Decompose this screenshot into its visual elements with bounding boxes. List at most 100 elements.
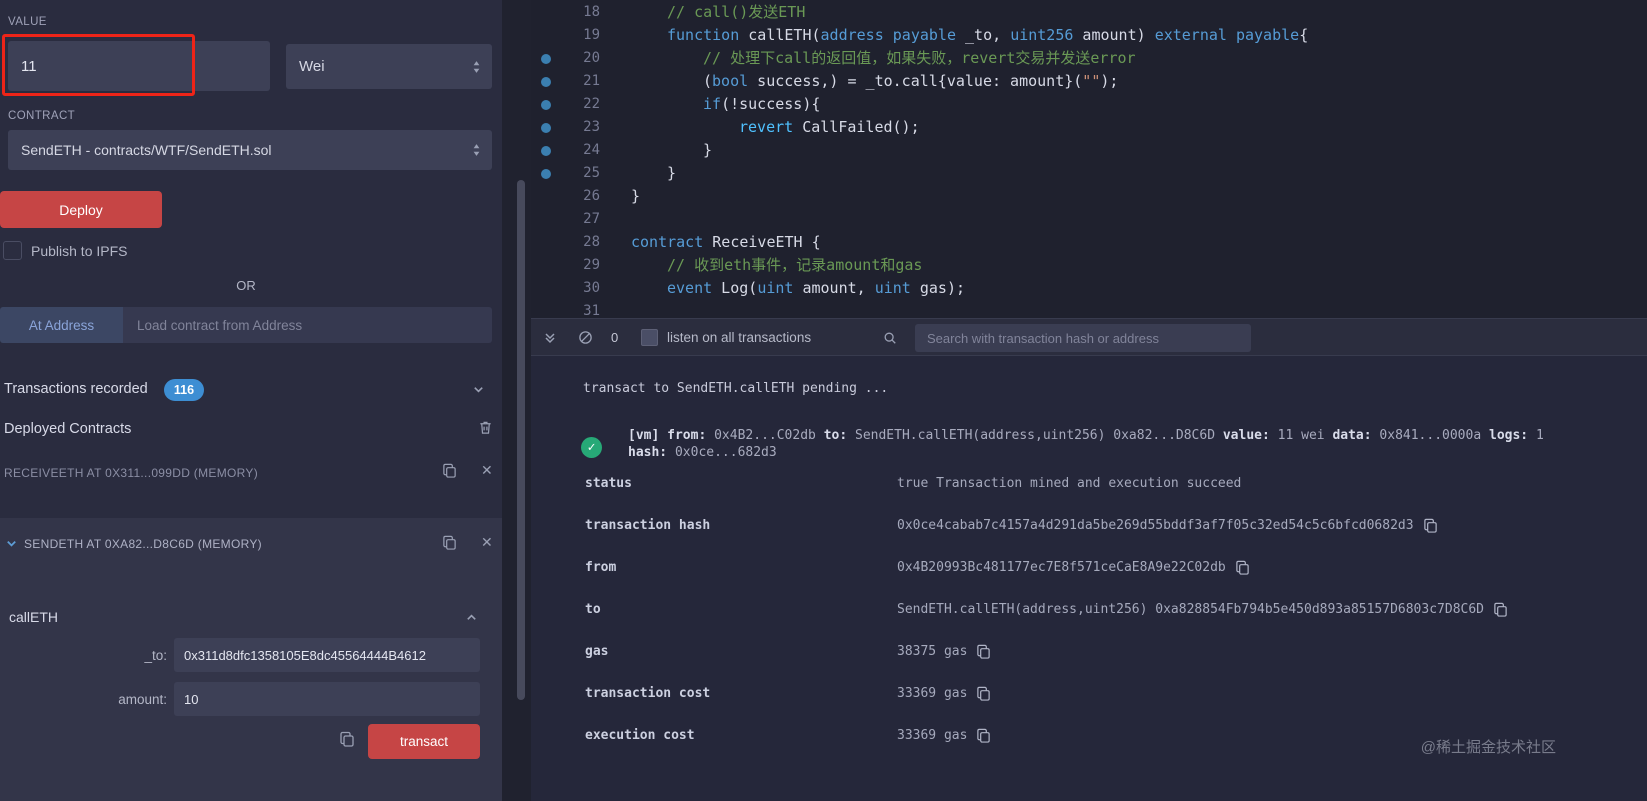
- receipt-field-value: 33369 gas: [897, 728, 991, 743]
- clear-console-icon[interactable]: [578, 330, 593, 345]
- contract-label: CONTRACT: [8, 110, 76, 122]
- edit-marker-dot: [541, 168, 551, 179]
- unit-select[interactable]: Wei: [286, 44, 492, 89]
- copy-icon[interactable]: [976, 644, 991, 659]
- code-line[interactable]: 24}: [531, 139, 1647, 162]
- code-line[interactable]: 18 // call()发送ETH: [531, 1, 1647, 24]
- deployed-instance-receiveeth[interactable]: RECEIVEETH AT 0X311...099DD (MEMORY): [4, 466, 258, 480]
- copy-icon[interactable]: [1493, 602, 1508, 617]
- code-text: // 收到eth事件，记录amount和gas: [667, 256, 923, 274]
- watermark-text: @稀土掘金技术社区: [1420, 739, 1556, 756]
- remix-ide-screen: VALUE Wei CONTRACT SendETH - contracts/W…: [0, 0, 1647, 801]
- line-number: 30: [583, 280, 600, 296]
- receipt-field-label: to: [585, 601, 601, 617]
- copy-icon[interactable]: [442, 463, 457, 478]
- amount-param-input[interactable]: [174, 682, 480, 716]
- copy-icon[interactable]: [976, 686, 991, 701]
- select-stepper-icon: [472, 143, 481, 158]
- terminal-search-input[interactable]: [915, 324, 1251, 352]
- receipt-field-label: transaction hash: [585, 517, 711, 533]
- receipt-value-text: 0x4B20993Bc481177ec7E8f571ceCaE8A9e22C02…: [897, 559, 1226, 575]
- gutter-dot[interactable]: [531, 162, 561, 185]
- code-line[interactable]: 20 // 处理下call的返回值，如果失败，revert交易并发送error: [531, 47, 1647, 70]
- gutter-space[interactable]: [531, 254, 561, 277]
- trash-icon[interactable]: [478, 420, 493, 435]
- transact-button[interactable]: transact: [368, 724, 480, 759]
- chevron-down-icon[interactable]: [472, 383, 485, 396]
- deploy-run-sidebar: VALUE Wei CONTRACT SendETH - contracts/W…: [0, 0, 502, 801]
- gutter-dot[interactable]: [531, 116, 561, 139]
- gutter-space[interactable]: [531, 300, 561, 318]
- panel-scrollbar-thumb[interactable]: [517, 180, 525, 700]
- code-text: event Log(uint amount, uint gas);: [667, 279, 966, 297]
- code-line[interactable]: 26}: [531, 185, 1647, 208]
- copy-icon[interactable]: [1423, 518, 1438, 533]
- transactions-count-badge: 116: [164, 379, 204, 401]
- edit-marker-dot: [541, 122, 551, 133]
- receipt-row: status true Transaction mined and executi…: [585, 462, 1625, 504]
- receipt-field-value: 33369 gas: [897, 686, 991, 701]
- tx-log-line1: [vm] from: 0x4B2...C02db to: SendETH.cal…: [628, 428, 1544, 443]
- gutter-space[interactable]: [531, 208, 561, 231]
- receipt-field-label: status: [585, 475, 632, 491]
- code-editor[interactable]: 18 // call()发送ETH 19 function callETH(addre…: [531, 0, 1647, 318]
- receipt-row: transaction cost 33369 gas: [585, 672, 1625, 714]
- publish-ipfs-label: Publish to IPFS: [31, 243, 128, 259]
- code-line[interactable]: 19 function callETH(address payable _to, …: [531, 24, 1647, 47]
- copy-icon[interactable]: [1235, 560, 1250, 575]
- contract-select-value: SendETH - contracts/WTF/SendETH.sol: [21, 142, 272, 158]
- code-line[interactable]: 30 event Log(uint amount, uint gas);: [531, 277, 1647, 300]
- tx-log-block[interactable]: [vm] from: 0x4B2...C02db to: SendETH.cal…: [628, 427, 1578, 461]
- receipt-row: transaction hash 0x0ce4cabab7c4157a4d291d…: [585, 504, 1625, 546]
- value-input[interactable]: [8, 41, 270, 91]
- line-number: 23: [583, 119, 600, 135]
- code-line[interactable]: 22 if(!success){: [531, 93, 1647, 116]
- receipt-table: status true Transaction mined and executi…: [585, 462, 1625, 756]
- gutter-space[interactable]: [531, 24, 561, 47]
- or-divider-label: OR: [236, 278, 256, 293]
- code-line[interactable]: 31: [531, 300, 1647, 318]
- listen-all-checkbox[interactable]: [641, 329, 658, 346]
- code-line[interactable]: 25}: [531, 162, 1647, 185]
- gutter-space[interactable]: [531, 1, 561, 24]
- chevron-down-icon[interactable]: [5, 537, 18, 550]
- code-line[interactable]: 21 (bool success,) = _to.call{value: amou…: [531, 70, 1647, 93]
- close-icon[interactable]: ✕: [481, 534, 493, 551]
- calleth-function-label: callETH: [9, 609, 59, 625]
- expand-terminal-icon[interactable]: [543, 331, 557, 345]
- publish-ipfs-checkbox[interactable]: [3, 241, 22, 260]
- receipt-value-text: 33369 gas: [897, 685, 968, 701]
- close-icon[interactable]: ✕: [481, 462, 493, 479]
- copy-icon[interactable]: [976, 728, 991, 743]
- gutter-dot[interactable]: [531, 139, 561, 162]
- tx-success-check-icon: ✓: [581, 437, 602, 458]
- code-line[interactable]: 28 contract ReceiveETH {: [531, 231, 1647, 254]
- code-line[interactable]: 23 revert CallFailed();: [531, 116, 1647, 139]
- deployed-contracts-label: Deployed Contracts: [4, 421, 132, 437]
- terminal-toolbar: 0 listen on all transactions: [531, 318, 1647, 356]
- at-address-input[interactable]: [123, 307, 492, 343]
- contract-select[interactable]: SendETH - contracts/WTF/SendETH.sol: [8, 130, 492, 170]
- receipt-field-value: true Transaction mined and execution suc…: [897, 476, 1241, 491]
- code-text: }: [703, 141, 713, 159]
- gutter-space[interactable]: [531, 277, 561, 300]
- at-address-button[interactable]: At Address: [0, 307, 123, 343]
- pending-transact-line: transact to SendETH.callETH pending ...: [583, 381, 889, 396]
- edit-marker-dot: [541, 53, 551, 64]
- gutter-space[interactable]: [531, 231, 561, 254]
- deployed-instance-sendeth[interactable]: SENDETH AT 0XA82...D8C6D (MEMORY): [24, 537, 262, 551]
- gutter-dot[interactable]: [531, 47, 561, 70]
- chevron-up-icon[interactable]: [465, 611, 478, 624]
- gutter-dot[interactable]: [531, 93, 561, 116]
- deploy-button[interactable]: Deploy: [0, 191, 162, 228]
- copy-icon[interactable]: [442, 535, 457, 550]
- code-text: }: [631, 187, 641, 205]
- to-param-input[interactable]: [174, 638, 480, 672]
- receipt-field-value: SendETH.callETH(address,uint256) 0xa8288…: [897, 602, 1508, 617]
- code-line[interactable]: 27: [531, 208, 1647, 231]
- gutter-dot[interactable]: [531, 70, 561, 93]
- copy-calldata-icon[interactable]: [339, 731, 355, 747]
- gutter-space[interactable]: [531, 185, 561, 208]
- code-line[interactable]: 29 // 收到eth事件，记录amount和gas: [531, 254, 1647, 277]
- receipt-value-text: 33369 gas: [897, 727, 968, 743]
